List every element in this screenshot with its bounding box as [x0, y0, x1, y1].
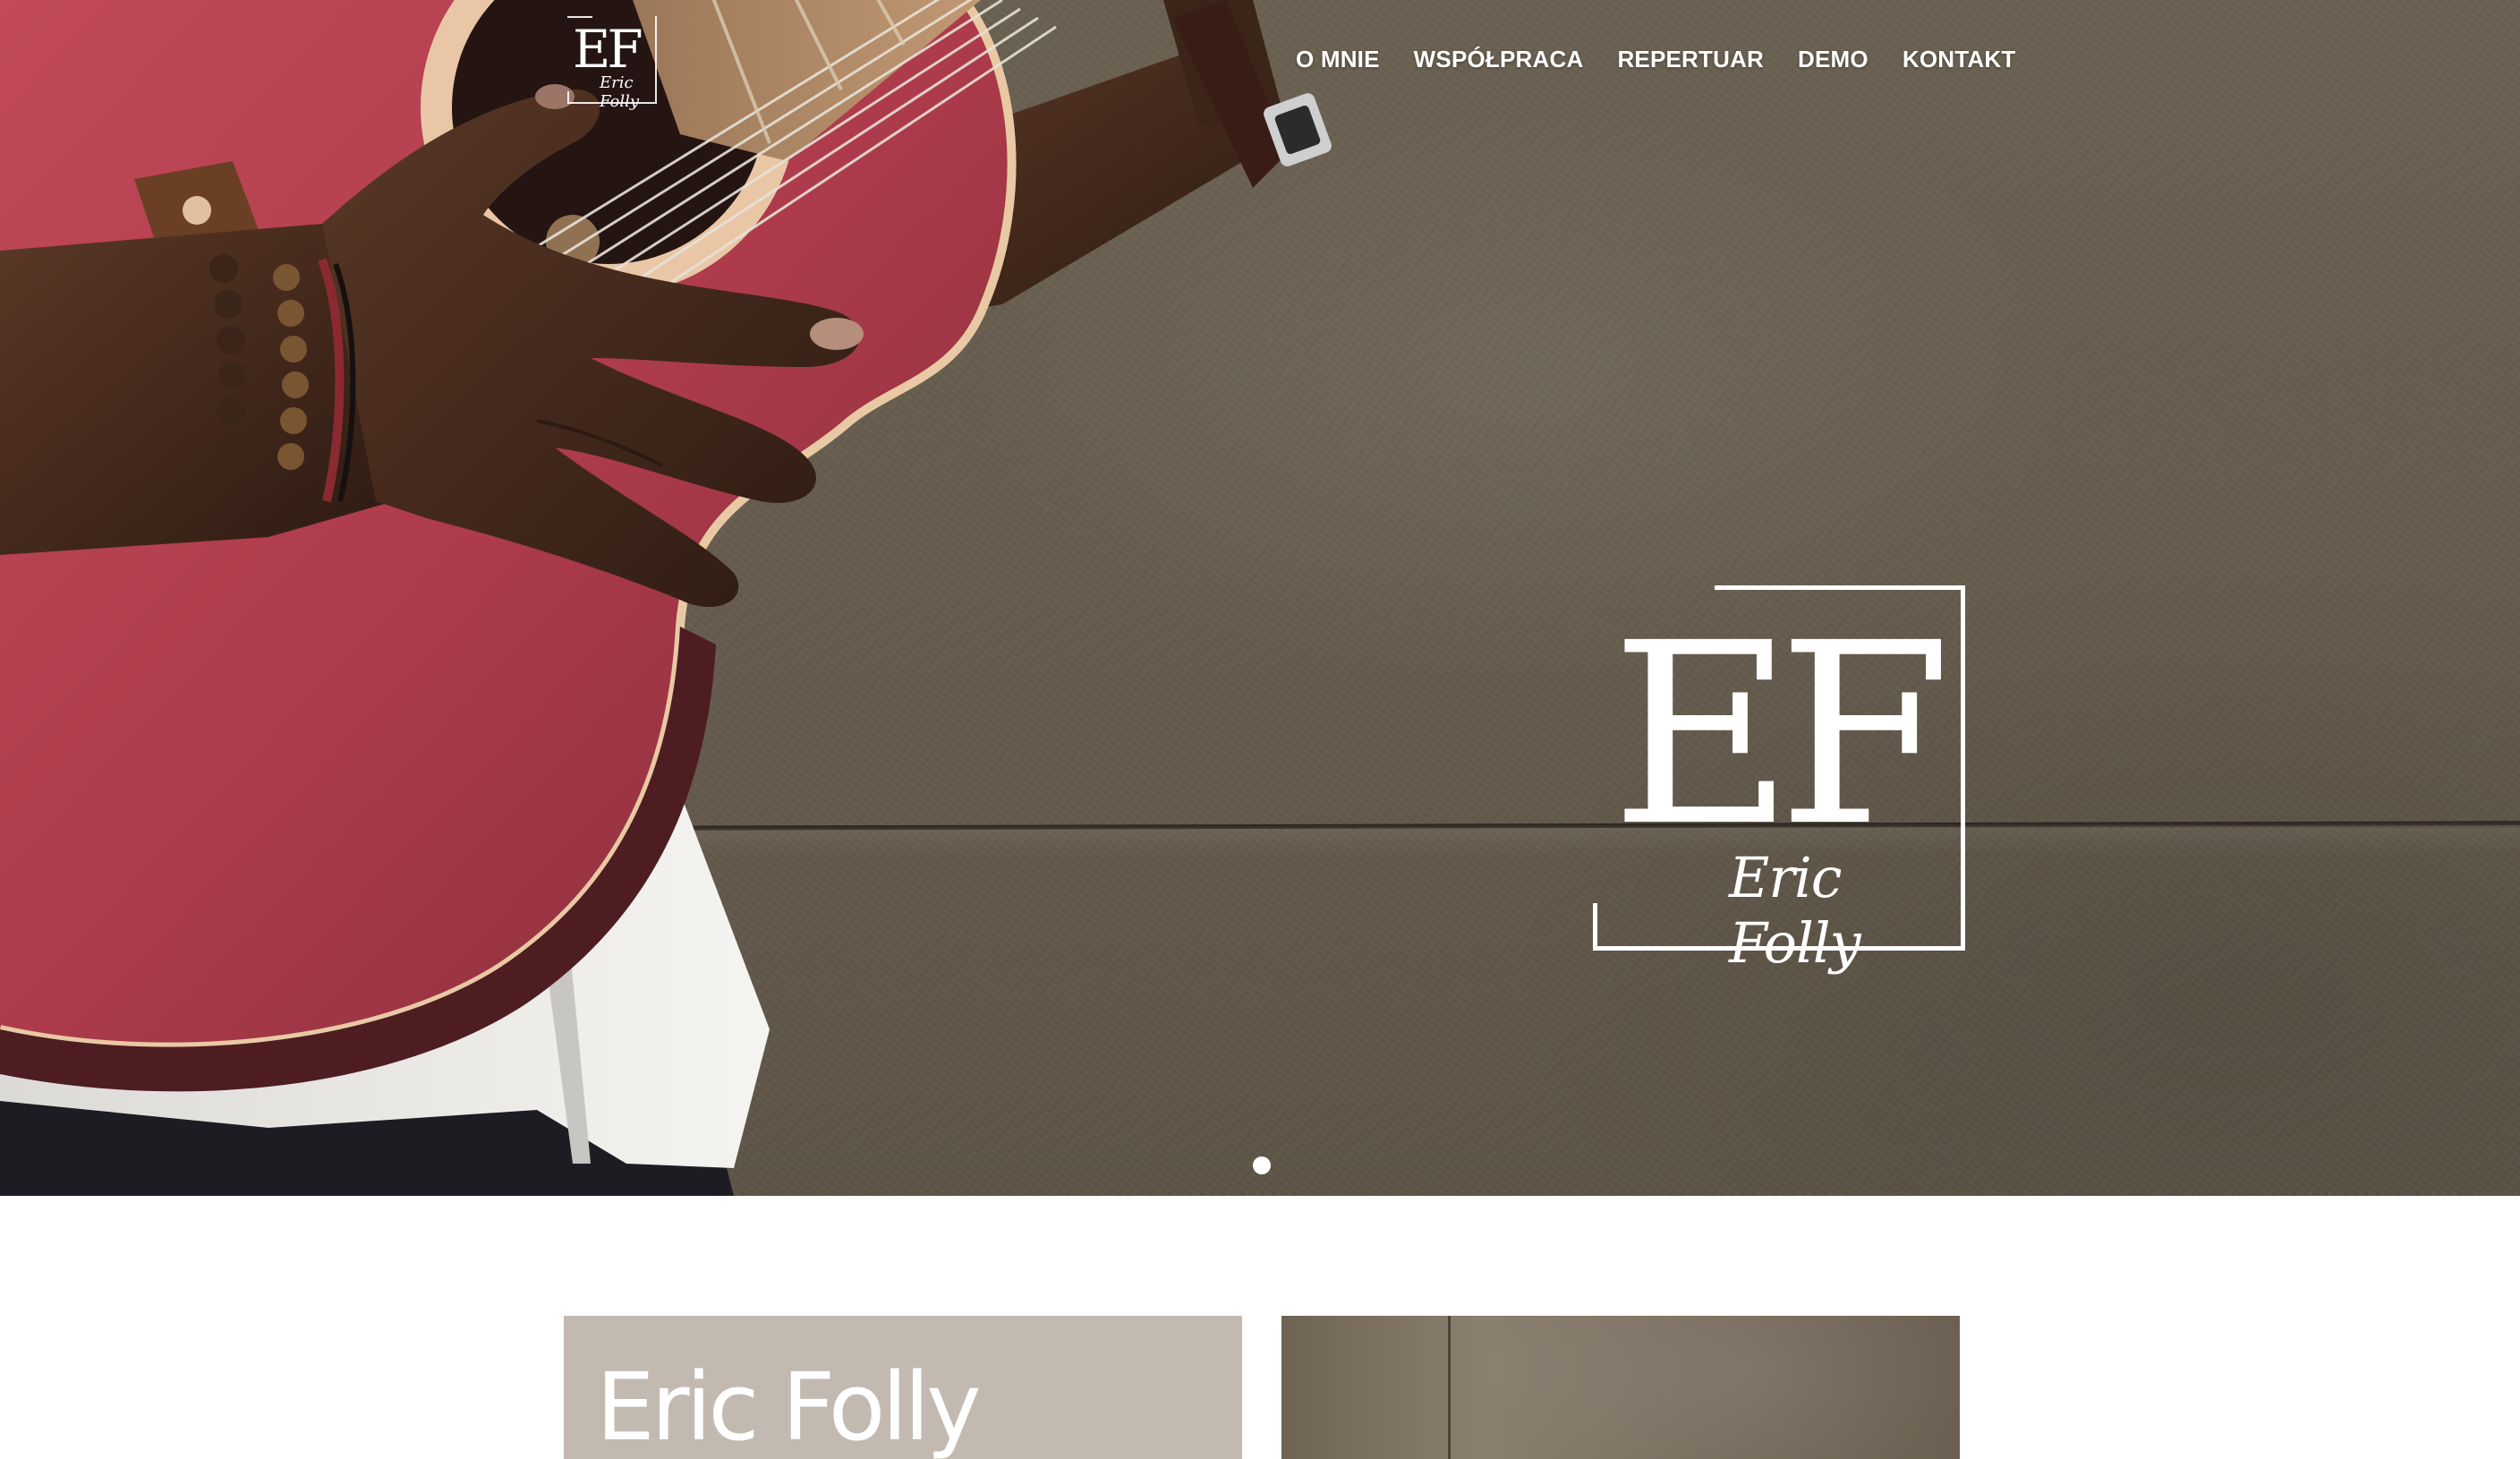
logo-monogram: EF: [573, 19, 643, 80]
hero-logo-monogram: EF: [1611, 590, 1952, 882]
site-logo[interactable]: EF Eric Folly: [567, 16, 657, 111]
main-nav: O MNIE WSPÓŁPRACA REPERTUAR DEMO KONTAKT: [1296, 41, 2015, 77]
hero-logo-signature: Eric Folly: [1729, 845, 1861, 976]
guitarist-photo: [0, 0, 1332, 1196]
logo-signature: Eric Folly: [600, 73, 640, 111]
intro-title: Eric Folly: [596, 1352, 982, 1459]
nav-item-demo[interactable]: DEMO: [1798, 41, 1869, 77]
nav-item-wspolpraca[interactable]: WSPÓŁPRACA: [1414, 41, 1584, 77]
hero-slider: EF Eric Folly O MNIE WSPÓŁPRACA REPERTUA…: [0, 0, 2520, 1196]
nav-item-o-mnie[interactable]: O MNIE: [1296, 41, 1380, 77]
nav-item-kontakt[interactable]: KONTAKT: [1903, 41, 2016, 77]
intro-card: Eric Folly: [564, 1316, 1242, 1459]
hero-logo: EF Eric Folly: [1593, 585, 1965, 976]
slider-dot-active[interactable]: [1253, 1156, 1271, 1174]
intro-image: [1281, 1316, 1960, 1459]
nav-item-repertuar[interactable]: REPERTUAR: [1617, 41, 1764, 77]
